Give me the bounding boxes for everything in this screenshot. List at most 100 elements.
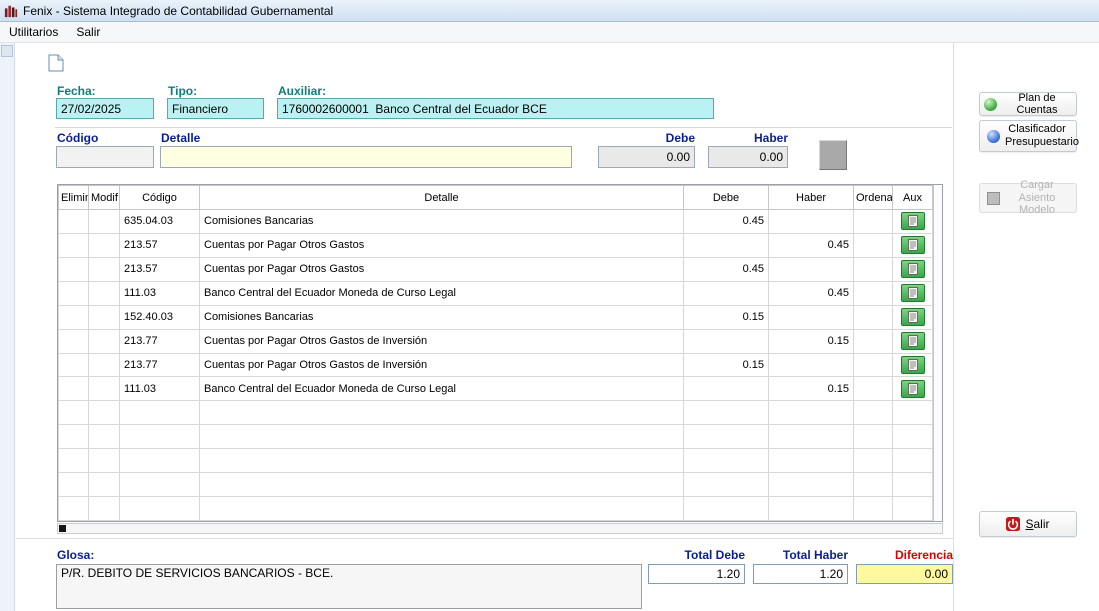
cell-codigo: 213.77 <box>120 329 200 353</box>
scrollbar-thumb[interactable] <box>59 525 66 532</box>
vertical-scrollbar[interactable] <box>933 185 942 521</box>
cell-codigo: 635.04.03 <box>120 210 200 234</box>
table-row[interactable]: 152.40.03 Comisiones Bancarias 0.15 <box>59 305 933 329</box>
detalle-label: Detalle <box>161 131 200 145</box>
cell-haber <box>769 257 854 281</box>
table-row[interactable]: 111.03 Banco Central del Ecuador Moneda … <box>59 377 933 401</box>
cell-ordenar[interactable] <box>854 281 893 305</box>
cell-elimin[interactable] <box>59 377 89 401</box>
cell-ordenar[interactable] <box>854 377 893 401</box>
table-row-empty[interactable] <box>59 401 933 425</box>
new-document-button[interactable] <box>44 51 68 75</box>
cell-detalle: Comisiones Bancarias <box>200 210 684 234</box>
application-window: Fenix - Sistema Integrado de Contabilida… <box>0 0 1099 611</box>
glosa-input[interactable]: P/R. DEBITO DE SERVICIOS BANCARIOS - BCE… <box>56 564 642 609</box>
cell-codigo: 111.03 <box>120 281 200 305</box>
debe-entry-input[interactable] <box>598 146 695 168</box>
document-icon <box>908 287 918 299</box>
cell-elimin[interactable] <box>59 329 89 353</box>
cell-haber: 0.45 <box>769 233 854 257</box>
gray-square-icon <box>987 192 1000 205</box>
table-row[interactable]: 213.57 Cuentas por Pagar Otros Gastos 0.… <box>59 233 933 257</box>
table-row[interactable]: 213.77 Cuentas por Pagar Otros Gastos de… <box>59 329 933 353</box>
table-row[interactable]: 111.03 Banco Central del Ecuador Moneda … <box>59 281 933 305</box>
codigo-label: Código <box>57 131 98 145</box>
table-row-empty[interactable] <box>59 425 933 449</box>
tipo-input[interactable] <box>167 98 264 119</box>
aux-button[interactable] <box>901 284 925 302</box>
cargar-asiento-label: Cargar Asiento Modelo <box>1005 179 1069 217</box>
plan-de-cuentas-label: Plan de Cuentas <box>1002 92 1072 116</box>
table-row[interactable]: 635.04.03 Comisiones Bancarias 0.45 <box>59 210 933 234</box>
panel-splitter-button[interactable] <box>1 45 13 57</box>
cell-modif[interactable] <box>89 233 120 257</box>
cell-modif[interactable] <box>89 329 120 353</box>
document-icon <box>908 311 918 323</box>
cell-debe <box>684 377 769 401</box>
cell-elimin[interactable] <box>59 305 89 329</box>
header-haber: Haber <box>769 186 854 210</box>
document-icon <box>908 359 918 371</box>
cell-elimin[interactable] <box>59 257 89 281</box>
horizontal-scrollbar[interactable] <box>57 523 943 534</box>
cell-ordenar[interactable] <box>854 233 893 257</box>
fecha-input[interactable] <box>56 98 154 119</box>
document-icon <box>908 215 918 227</box>
cell-ordenar[interactable] <box>854 353 893 377</box>
cell-modif[interactable] <box>89 377 120 401</box>
cell-modif[interactable] <box>89 257 120 281</box>
cell-haber <box>769 305 854 329</box>
haber-entry-input[interactable] <box>708 146 788 168</box>
table-row-empty[interactable] <box>59 449 933 473</box>
cell-elimin[interactable] <box>59 281 89 305</box>
aux-button[interactable] <box>901 212 925 230</box>
diferencia-value <box>856 564 953 584</box>
cell-debe <box>684 329 769 353</box>
cell-codigo: 213.77 <box>120 353 200 377</box>
cell-debe: 0.45 <box>684 257 769 281</box>
plan-de-cuentas-button[interactable]: Plan de Cuentas <box>979 92 1077 116</box>
grid-header-row: Elimin Modif Código Detalle Debe Haber O… <box>59 186 933 210</box>
cell-ordenar[interactable] <box>854 329 893 353</box>
cargar-asiento-modelo-button[interactable]: Cargar Asiento Modelo <box>979 183 1077 213</box>
cell-detalle: Banco Central del Ecuador Moneda de Curs… <box>200 281 684 305</box>
cell-ordenar[interactable] <box>854 305 893 329</box>
cell-detalle: Cuentas por Pagar Otros Gastos <box>200 233 684 257</box>
cell-modif[interactable] <box>89 353 120 377</box>
aux-button[interactable] <box>901 380 925 398</box>
cell-ordenar[interactable] <box>854 257 893 281</box>
cell-detalle: Cuentas por Pagar Otros Gastos de Invers… <box>200 329 684 353</box>
aux-button[interactable] <box>901 356 925 374</box>
aux-button[interactable] <box>901 332 925 350</box>
cell-modif[interactable] <box>89 210 120 234</box>
auxiliar-input[interactable] <box>277 98 714 119</box>
cell-elimin[interactable] <box>59 210 89 234</box>
cell-debe: 0.15 <box>684 305 769 329</box>
add-entry-button[interactable] <box>819 140 847 170</box>
header-modif: Modif <box>89 186 120 210</box>
vertical-divider <box>953 43 954 611</box>
header-elimin: Elimin <box>59 186 89 210</box>
power-icon <box>1006 517 1020 531</box>
debe-label: Debe <box>598 131 695 145</box>
cell-modif[interactable] <box>89 281 120 305</box>
table-row[interactable]: 213.77 Cuentas por Pagar Otros Gastos de… <box>59 353 933 377</box>
cell-elimin[interactable] <box>59 353 89 377</box>
diferencia-label: Diferencia <box>856 548 953 562</box>
table-row[interactable]: 213.57 Cuentas por Pagar Otros Gastos 0.… <box>59 257 933 281</box>
clasificador-presupuestario-button[interactable]: Clasificador Presupuestario <box>979 120 1077 152</box>
cell-modif[interactable] <box>89 305 120 329</box>
table-row-empty[interactable] <box>59 497 933 521</box>
menu-salir[interactable]: Salir <box>67 23 109 41</box>
cell-elimin[interactable] <box>59 233 89 257</box>
table-row-empty[interactable] <box>59 473 933 497</box>
salir-button[interactable]: Salir <box>979 511 1077 537</box>
aux-button[interactable] <box>901 260 925 278</box>
header-aux: Aux <box>893 186 933 210</box>
aux-button[interactable] <box>901 308 925 326</box>
aux-button[interactable] <box>901 236 925 254</box>
menu-utilitarios[interactable]: Utilitarios <box>0 23 67 41</box>
cell-ordenar[interactable] <box>854 210 893 234</box>
codigo-entry-input[interactable] <box>56 146 154 168</box>
detalle-entry-input[interactable] <box>160 146 572 168</box>
